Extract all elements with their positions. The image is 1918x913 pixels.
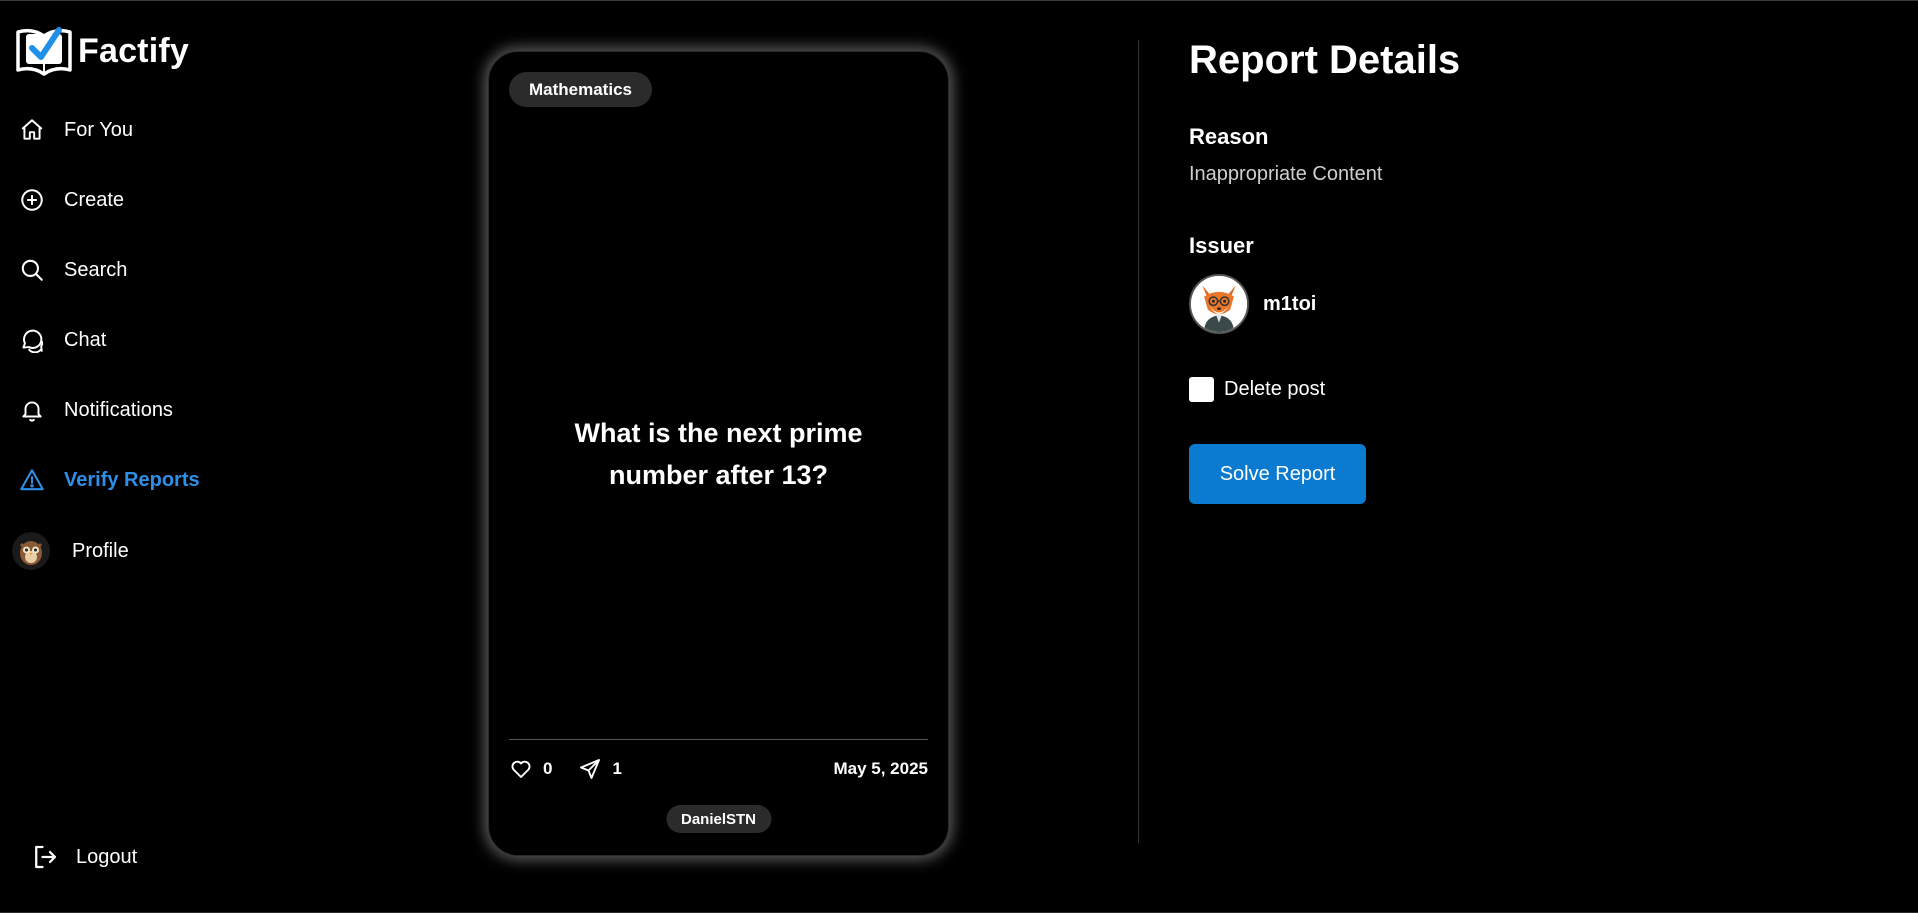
delete-post-checkbox[interactable] [1189, 377, 1214, 402]
sidebar-item-profile[interactable]: Profile [12, 531, 129, 571]
logout-button[interactable]: Logout [30, 842, 137, 872]
warning-icon [18, 466, 46, 494]
sidebar-item-label: Search [64, 258, 128, 281]
issuer-heading: Issuer [1189, 233, 1254, 258]
heart-icon [511, 760, 531, 778]
sidebar-item-verify-reports[interactable]: Verify Reports [18, 460, 278, 500]
like-button[interactable]: 0 [509, 757, 552, 781]
solve-report-button[interactable]: Solve Report [1189, 444, 1366, 504]
share-count: 1 [612, 759, 622, 778]
issuer-user[interactable]: m1toi [1189, 274, 1316, 334]
sidebar-item-chat[interactable]: Chat [18, 320, 278, 360]
sidebar-item-for-you[interactable]: For You [18, 110, 278, 150]
sidebar-item-label: Chat [64, 328, 107, 351]
issuer-name: m1toi [1263, 292, 1317, 315]
logout-label: Logout [76, 845, 138, 868]
app-name: Factify [78, 31, 189, 70]
share-button[interactable]: 1 [578, 757, 622, 781]
app-logo[interactable]: Factify [14, 24, 189, 78]
author-badge[interactable]: DanielSTN [665, 805, 772, 833]
book-check-icon [16, 27, 72, 76]
chat-icon [18, 326, 46, 354]
home-icon [18, 116, 46, 144]
sidebar: Factify For You Create Search Chat Notif… [0, 0, 300, 913]
sidebar-item-label: Verify Reports [64, 468, 200, 491]
sidebar-item-label: Create [64, 188, 125, 211]
search-icon [18, 256, 46, 284]
post-question: What is the next prime number after 13? [574, 418, 863, 490]
panel-divider [1138, 40, 1139, 843]
category-tag[interactable]: Mathematics [509, 72, 652, 107]
post-actions: 0 1 May 5, 2025 [509, 754, 928, 784]
sidebar-item-create[interactable]: Create [18, 180, 278, 220]
sidebar-item-label: Notifications [64, 398, 173, 421]
delete-post-label[interactable]: Delete post [1224, 378, 1325, 401]
like-count: 0 [543, 759, 553, 778]
reason-heading: Reason [1189, 124, 1269, 149]
bell-icon [18, 396, 46, 424]
post-card: Mathematics What is the next prime numbe… [488, 51, 949, 856]
logout-icon [35, 845, 57, 869]
sidebar-item-notifications[interactable]: Notifications [18, 390, 278, 430]
delete-post-option: Delete post [1189, 377, 1325, 402]
reason-value: Inappropriate Content [1189, 163, 1383, 185]
post-date: May 5, 2025 [833, 759, 928, 778]
report-details-panel: Report Details Reason Inappropriate Cont… [1189, 0, 1889, 913]
avatar [1189, 274, 1249, 334]
avatar [12, 532, 50, 570]
plus-circle-icon [18, 186, 46, 214]
send-icon [580, 759, 601, 779]
sidebar-item-label: Profile [72, 539, 129, 562]
sidebar-item-label: For You [64, 118, 133, 141]
sidebar-item-search[interactable]: Search [18, 250, 278, 290]
card-divider [509, 739, 928, 740]
page-title: Report Details [1189, 38, 1461, 82]
